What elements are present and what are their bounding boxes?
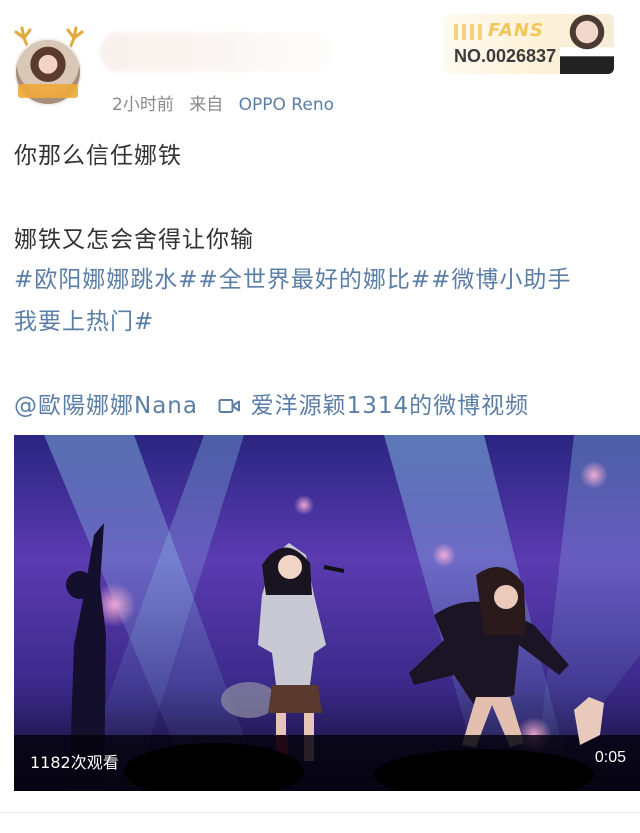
video-camera-icon	[218, 399, 241, 413]
post-text-line-1: 你那么信任娜铁	[14, 143, 182, 169]
video-player[interactable]: 1182次观看 0:05	[14, 435, 640, 791]
hashtag-link-line-1[interactable]: #欧阳娜娜跳水##全世界最好的娜比##微博小助手	[14, 260, 571, 294]
username-redacted[interactable]	[100, 32, 332, 72]
post-source-prefix: 来自	[189, 95, 224, 115]
fans-stripe-decoration	[454, 24, 484, 40]
fans-title: FANS	[488, 20, 544, 41]
video-duration: 0:05	[594, 749, 626, 766]
mention-link[interactable]: @歐陽娜娜Nana	[14, 393, 198, 419]
post-device[interactable]: OPPO Reno	[239, 95, 334, 115]
fans-idol-avatar	[560, 14, 614, 74]
mention-and-video-line: @歐陽娜娜Nana 爱洋源颖1314的微博视频	[14, 386, 529, 420]
post-meta: 2小时前 来自 OPPO Reno	[112, 90, 344, 115]
video-view-count: 1182次观看	[30, 753, 119, 772]
video-frame-image	[14, 435, 640, 791]
post-text-line-2: 娜铁又怎会舍得让你输	[14, 227, 254, 253]
avatar-badge	[18, 84, 78, 98]
fans-badge[interactable]: FANS NO.0026837	[444, 14, 614, 74]
user-avatar[interactable]	[8, 26, 90, 108]
fans-number: NO.0026837	[454, 46, 557, 66]
post-header: 2小时前 来自 OPPO Reno FANS NO.0026837	[0, 0, 640, 120]
video-source-link[interactable]: 爱洋源颖1314的微博视频	[251, 393, 530, 419]
post-time: 2小时前	[112, 95, 174, 115]
hashtag-link-line-2[interactable]: 我要上热门#	[14, 302, 154, 336]
post-divider	[0, 812, 640, 813]
